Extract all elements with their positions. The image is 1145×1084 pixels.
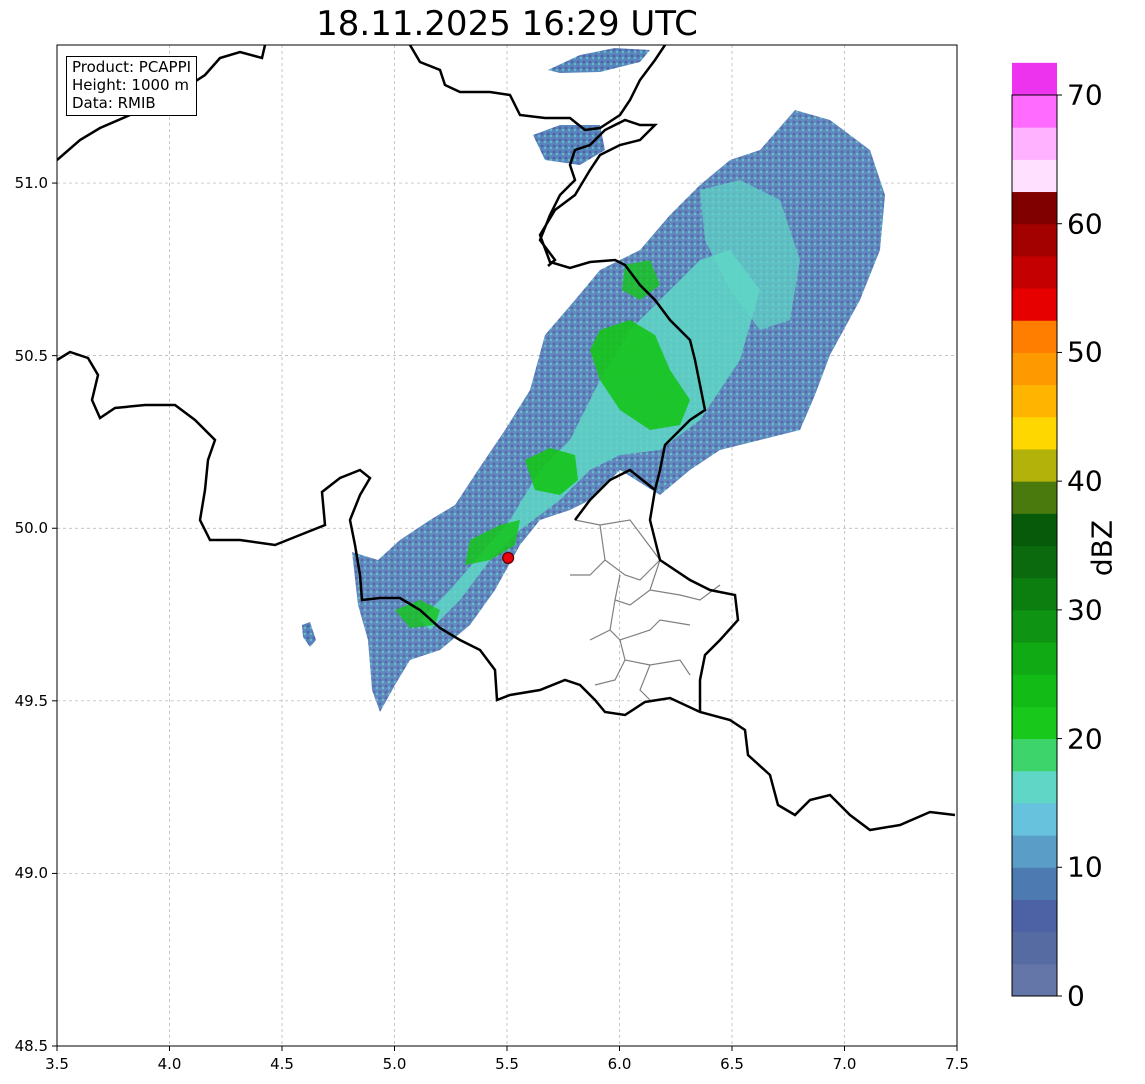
x-tick-label: 6.0 <box>607 1055 632 1073</box>
colorbar-segment <box>1012 513 1057 546</box>
colorbar-segment <box>1012 223 1057 257</box>
x-tick-label: 6.5 <box>720 1055 744 1073</box>
colorbar-tick-label: 40 <box>1067 464 1103 498</box>
colorbar-segment <box>1012 127 1057 160</box>
y-tick-label: 50.5 <box>14 346 48 365</box>
colorbar-unit-label: dBZ <box>1085 519 1119 577</box>
colorbar-tick-label: 20 <box>1067 722 1103 756</box>
colorbar-segment <box>1012 674 1057 707</box>
data-source-label: Data: RMIB <box>72 94 156 112</box>
y-tick-label: 50.0 <box>14 519 48 538</box>
product-label: Product: PCAPPI <box>72 58 192 76</box>
colorbar-tick-label: 10 <box>1067 850 1103 884</box>
colorbar-segment <box>1012 867 1057 900</box>
colorbar-segment <box>1012 62 1057 96</box>
colorbar-segment <box>1012 384 1057 418</box>
y-tick-label: 49.5 <box>14 691 48 710</box>
colorbar-tick-label: 70 <box>1067 78 1103 112</box>
radar-site-marker <box>502 551 515 565</box>
y-tick-label: 48.5 <box>14 1037 48 1055</box>
y-tick-label: 49.0 <box>14 864 48 883</box>
radar-map <box>52 44 1062 1051</box>
colorbar-segment <box>1012 288 1057 321</box>
colorbar-segment <box>1012 448 1057 482</box>
x-tick-label: 7.0 <box>832 1055 857 1073</box>
x-tick-label: 3.5 <box>45 1055 69 1073</box>
colorbar-segment <box>1012 416 1057 450</box>
colorbar <box>1012 62 1062 997</box>
colorbar-tick-label: 50 <box>1067 335 1103 369</box>
colorbar-segment <box>1012 642 1057 675</box>
colorbar-segment <box>1012 738 1057 772</box>
colorbar-segment <box>1012 481 1057 514</box>
colorbar-segment <box>1012 963 1057 997</box>
colorbar-segment <box>1012 835 1057 868</box>
product-info-box: Product: PCAPPI Height: 1000 m Data: RMI… <box>66 56 198 116</box>
colorbar-segment <box>1012 609 1057 643</box>
colorbar-segment <box>1012 159 1057 193</box>
x-tick-label: 4.5 <box>270 1055 294 1073</box>
colorbar-segment <box>1012 352 1057 386</box>
x-tick-label: 4.0 <box>157 1055 182 1073</box>
x-tick-label: 5.5 <box>495 1055 519 1073</box>
colorbar-segment <box>1012 545 1057 579</box>
colorbar-segment <box>1012 255 1057 289</box>
colorbar-segment <box>1012 931 1057 965</box>
height-label: Height: 1000 m <box>72 76 189 94</box>
colorbar-segment <box>1012 770 1057 804</box>
colorbar-segment <box>1012 899 1057 933</box>
colorbar-segment <box>1012 577 1057 611</box>
colorbar-segment <box>1012 191 1057 225</box>
colorbar-segment <box>1012 706 1057 740</box>
colorbar-tick-label: 60 <box>1067 207 1103 241</box>
colorbar-tick-label: 30 <box>1067 593 1103 627</box>
y-tick-label: 51.0 <box>14 174 48 193</box>
colorbar-tick-label: 0 <box>1067 979 1085 1013</box>
x-tick-label: 5.0 <box>382 1055 407 1073</box>
colorbar-segment <box>1012 95 1057 128</box>
x-tick-label: 7.5 <box>945 1055 969 1073</box>
colorbar-segment <box>1012 802 1057 836</box>
colorbar-segment <box>1012 320 1057 353</box>
